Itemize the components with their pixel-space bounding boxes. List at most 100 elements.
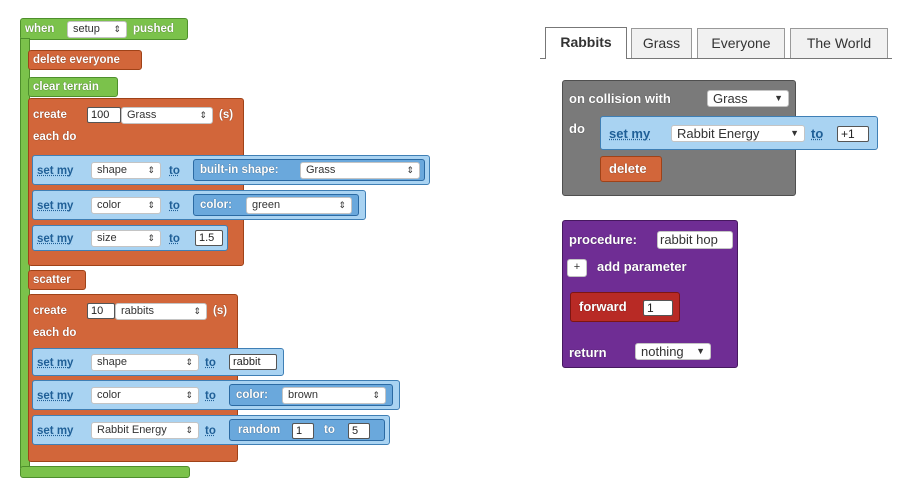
color-value: green (252, 199, 281, 211)
forward-block[interactable]: forward 1 (570, 292, 680, 322)
tab-label: The World (806, 35, 872, 51)
when-pushed-block[interactable]: when setup ⇕ pushed (20, 18, 188, 40)
prop-value: Rabbit Energy (677, 126, 760, 141)
set-energy-collision-block[interactable]: set my Rabbit Energy ▼ to +1 (600, 116, 878, 150)
prop-value: Rabbit Energy (97, 424, 167, 436)
chevron-updown-icon: ⇕ (147, 165, 155, 175)
collision-target-value: Grass (713, 91, 748, 106)
create-suffix: (s) (219, 109, 234, 121)
add-parameter-plus-button[interactable]: + (567, 259, 587, 277)
create-suffix: (s) (213, 305, 228, 317)
shape-dropdown[interactable]: Grass ⇕ (300, 162, 420, 179)
tab-everyone[interactable]: Everyone (697, 28, 785, 58)
set-shape-rabbit-block[interactable]: set my shape ⇕ to rabbit (32, 348, 284, 376)
event-dropdown[interactable]: setup ⇕ (67, 21, 127, 38)
create-label: create (33, 109, 67, 121)
color-dropdown[interactable]: brown ⇕ (282, 387, 386, 404)
set-color-grass-block[interactable]: set my color ⇕ to color: green ⇕ (32, 190, 366, 220)
prop-dropdown[interactable]: shape ⇕ (91, 162, 161, 179)
delete-everyone-label: delete everyone (33, 54, 120, 66)
tab-grass[interactable]: Grass (631, 28, 692, 58)
prop-value: color (97, 389, 121, 401)
return-dropdown[interactable]: nothing ▼ (635, 343, 711, 360)
set-my-label: set my (37, 200, 74, 212)
builtin-shape-block[interactable]: built-in shape: Grass ⇕ (193, 159, 425, 181)
return-value: nothing (641, 344, 684, 359)
chevron-updown-icon: ⇕ (113, 24, 121, 34)
forward-label: forward (579, 299, 627, 314)
color-value: brown (288, 389, 318, 401)
to-label: to (811, 126, 824, 141)
set-energy-rabbit-block[interactable]: set my Rabbit Energy ⇕ to random 1 to 5 (32, 415, 390, 445)
random-block[interactable]: random 1 to 5 (229, 419, 385, 441)
set-my-label: set my (37, 425, 74, 437)
clear-terrain-label: clear terrain (33, 81, 99, 93)
to-label: to (169, 165, 180, 177)
event-bottom (20, 466, 190, 478)
prop-dropdown[interactable]: shape ⇕ (91, 354, 199, 371)
triangle-down-icon: ▼ (790, 128, 799, 138)
chevron-updown-icon: ⇕ (406, 165, 414, 175)
color-block[interactable]: color: green ⇕ (193, 194, 359, 216)
prop-value: shape (97, 356, 127, 368)
to-label: to (169, 200, 180, 212)
rabbit-breed-dropdown[interactable]: rabbits ⇕ (115, 303, 207, 320)
prop-dropdown[interactable]: Rabbit Energy ⇕ (91, 422, 199, 439)
random-label: random (238, 424, 281, 436)
event-value: setup (73, 23, 100, 35)
delete-everyone-block[interactable]: delete everyone (28, 50, 142, 70)
scatter-label: scatter (33, 274, 71, 286)
set-size-grass-block[interactable]: set my size ⇕ to 1.5 (32, 225, 228, 251)
set-color-rabbit-block[interactable]: set my color ⇕ to color: brown ⇕ (32, 380, 400, 410)
size-input[interactable]: 1.5 (195, 230, 223, 246)
delete-label: delete (609, 161, 647, 176)
create-label: create (33, 305, 67, 317)
to-label: to (205, 357, 216, 369)
prop-dropdown[interactable]: Rabbit Energy ▼ (671, 125, 805, 142)
prop-dropdown[interactable]: color ⇕ (91, 197, 161, 214)
prop-value: color (97, 199, 121, 211)
chevron-updown-icon: ⇕ (372, 390, 380, 400)
triangle-down-icon: ▼ (774, 93, 783, 103)
procedure-name-input[interactable]: rabbit hop (657, 231, 733, 249)
tab-the-world[interactable]: The World (790, 28, 888, 58)
to-label: to (205, 390, 216, 402)
tab-label: Grass (642, 35, 681, 51)
set-my-label: set my (37, 165, 74, 177)
chevron-updown-icon: ⇕ (185, 390, 193, 400)
to-label: to (169, 233, 180, 245)
color-block[interactable]: color: brown ⇕ (229, 384, 393, 406)
chevron-updown-icon: ⇕ (193, 306, 201, 316)
to-label: to (205, 425, 216, 437)
chevron-updown-icon: ⇕ (199, 110, 207, 120)
scatter-block[interactable]: scatter (28, 270, 86, 290)
tab-rabbits[interactable]: Rabbits (545, 27, 627, 59)
prop-value: shape (97, 164, 127, 176)
shape-text-input[interactable]: rabbit (229, 354, 277, 370)
tab-label: Rabbits (560, 34, 612, 50)
do-label: do (569, 121, 585, 136)
random-from-input[interactable]: 1 (292, 423, 314, 439)
grass-breed-dropdown[interactable]: Grass ⇕ (121, 107, 213, 124)
grass-breed-value: Grass (127, 109, 157, 121)
set-shape-grass-block[interactable]: set my shape ⇕ to built-in shape: Grass … (32, 155, 430, 185)
triangle-down-icon: ▼ (696, 346, 705, 356)
prop-dropdown[interactable]: size ⇕ (91, 230, 161, 247)
clear-terrain-block[interactable]: clear terrain (28, 77, 118, 97)
tab-label: Everyone (711, 35, 771, 51)
energy-increment-input[interactable]: +1 (837, 126, 869, 142)
forward-distance-input[interactable]: 1 (643, 300, 673, 316)
prop-value: size (97, 232, 117, 244)
color-label: color: (200, 199, 232, 211)
set-my-label: set my (37, 390, 74, 402)
procedure-label: procedure: (569, 232, 637, 247)
delete-block[interactable]: delete (600, 156, 662, 182)
rabbit-count-input[interactable]: 10 (87, 303, 115, 319)
random-upper-input[interactable]: 5 (348, 423, 370, 439)
grass-count-input[interactable]: 100 (87, 107, 121, 123)
prop-dropdown[interactable]: color ⇕ (91, 387, 199, 404)
color-dropdown[interactable]: green ⇕ (246, 197, 352, 214)
collision-target-dropdown[interactable]: Grass ▼ (707, 90, 789, 107)
color-label: color: (236, 389, 268, 401)
pushed-label: pushed (133, 23, 174, 35)
